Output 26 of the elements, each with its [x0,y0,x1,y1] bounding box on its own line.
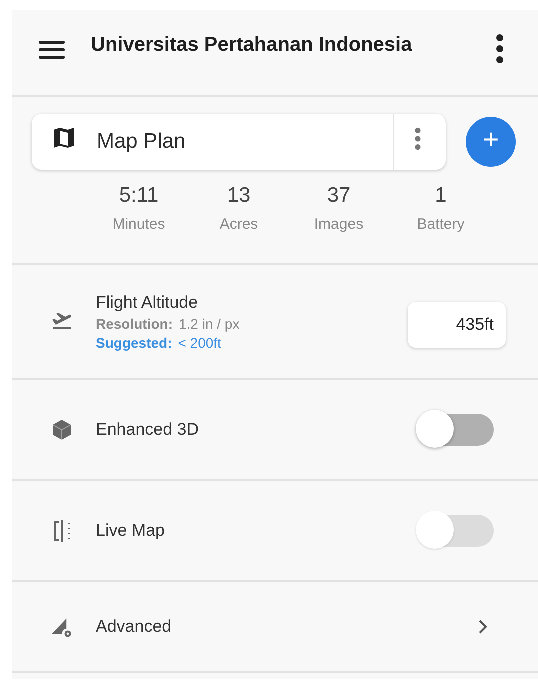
resolution-value: 1.2 in / px [179,316,240,332]
stat-value: 5:11 [119,184,159,208]
plan-name: Map Plan [97,130,187,154]
suggested-value: < 200ft [178,335,222,351]
resolution-label: Resolution: [96,316,173,332]
stat-label: Images [314,216,364,233]
setting-title: Live Map [96,520,166,540]
altitude-field[interactable]: 435ft [408,302,506,348]
menu-icon[interactable] [39,40,65,60]
setting-title: Advanced [96,616,173,636]
stat-value: 1 [435,184,447,208]
stat-label: Minutes [112,216,166,233]
app-title: Universitas Pertahanan Indonesia [91,34,414,57]
chevron-right-icon[interactable] [478,618,488,634]
cube-icon [50,418,74,442]
stat-value: 37 [327,184,351,208]
stat-label: Battery [417,216,465,233]
plan-selector[interactable]: Map Plan [32,114,446,170]
setting-title: Enhanced 3D [96,420,200,440]
add-button[interactable]: + [466,117,516,167]
setting-title: Flight Altitude [96,293,200,313]
map-icon [53,127,75,149]
stat-label: Acres [220,216,258,233]
suggested-label: Suggested: [96,335,172,351]
more-icon[interactable] [496,34,504,64]
stat-value: 13 [227,184,251,208]
